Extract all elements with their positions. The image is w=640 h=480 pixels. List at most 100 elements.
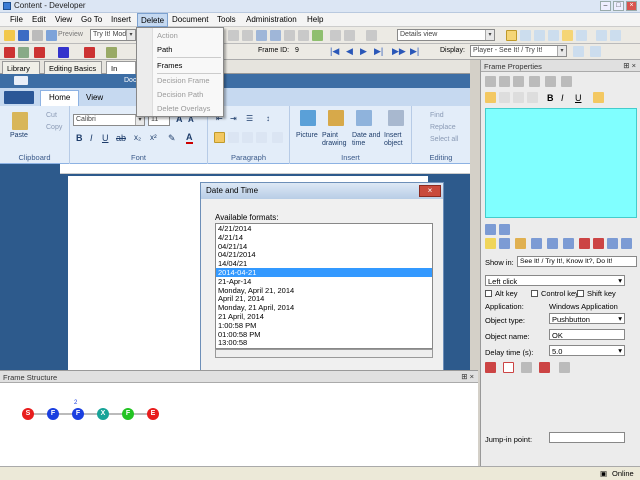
control-key-checkbox[interactable] [531,290,538,297]
edit-icon[interactable] [18,47,29,58]
frame-node[interactable]: X [97,408,109,420]
font-color-icon[interactable]: A [186,132,193,144]
paint-drawing-button[interactable]: Paint drawing [322,132,352,148]
menu-edit[interactable]: Edit [32,15,46,24]
align-center-icon[interactable] [228,132,239,143]
window-icon[interactable] [610,30,621,41]
justify-icon[interactable] [256,132,267,143]
list-item[interactable]: 01:00:58 PM [216,330,432,339]
italic-icon[interactable]: I [90,133,93,143]
fp-tool1-icon[interactable] [485,224,496,235]
fp-align-center-icon[interactable] [499,92,510,103]
subscript-icon[interactable]: x₂ [134,133,141,142]
menu-document[interactable]: Document [172,15,208,24]
object-type-select[interactable]: Pushbutton ▾ [549,313,625,324]
list-item[interactable]: April 21, 2014 [216,294,432,303]
select-all-button[interactable]: Select all [430,136,458,143]
formats-list[interactable]: 4/21/2014 4/21/14 04/21/14 04/21/2014 14… [215,223,433,349]
last-frame-icon[interactable]: ▶▶ [392,46,406,57]
menu-item-path[interactable]: Path [157,45,172,54]
list-item[interactable]: 13:00:58 [216,338,432,347]
zoom-icon[interactable] [330,30,341,41]
menu-administration[interactable]: Administration [246,15,297,24]
menu-goto[interactable]: Go To [81,15,102,24]
frame-node[interactable]: E [147,408,159,420]
fp-action4-icon[interactable] [539,362,550,373]
fp-find-icon[interactable] [545,76,556,87]
strikethrough-icon[interactable]: ab [116,133,126,143]
fp-tool6-icon[interactable] [531,238,542,249]
line-spacing-icon[interactable]: ↕ [266,114,270,123]
menu-insert[interactable]: Insert [111,15,131,24]
list-item[interactable]: Monday, April 21, 2014 [216,286,432,295]
insert-object-button[interactable]: Insert object [384,132,410,148]
fp-tool7-icon[interactable] [547,238,558,249]
next-frame-icon[interactable]: ▶| [374,46,383,57]
menu-view[interactable]: View [55,15,72,24]
horizontal-scrollbar[interactable] [215,349,433,358]
bold-icon[interactable]: B [76,133,83,143]
bullets-icon[interactable]: ☰ [246,114,253,123]
open-icon[interactable] [4,30,15,41]
list-item[interactable]: 4/21/2014 [216,224,432,233]
fp-paste-icon[interactable] [513,76,524,87]
list-item-selected[interactable]: 2014-04-21 [216,267,432,277]
copy-icon[interactable] [256,30,267,41]
close-button[interactable]: × [626,1,637,11]
tab-library[interactable]: Library [2,61,40,74]
paragraph-options-icon[interactable] [272,132,283,143]
fp-align-left-icon[interactable] [485,92,496,103]
menu-file[interactable]: File [10,15,23,24]
action-blue-icon[interactable] [58,47,69,58]
find-button[interactable]: Find [430,112,444,119]
fp-italic-icon[interactable]: I [561,93,564,103]
action-red-icon[interactable] [34,47,45,58]
list-item[interactable]: 21-Apr-14 [216,277,432,286]
action-red2-icon[interactable] [84,47,95,58]
list-item[interactable]: 4/21/14 [216,233,432,242]
fp-underline-icon[interactable]: U [575,93,582,103]
cut-button[interactable]: Cut [46,112,57,119]
jump-in-point-field[interactable] [549,432,625,443]
layout-icon[interactable] [344,30,355,41]
frame-node[interactable]: F [47,408,59,420]
fp-action2-icon[interactable] [503,362,514,373]
display-options-icon[interactable] [573,46,584,57]
tab-home[interactable]: Home [40,90,80,106]
fp-tool4-icon[interactable] [499,238,510,249]
display-select[interactable]: Player - See It! / Try It! ▾ [470,45,567,57]
paint-icon[interactable] [328,110,344,126]
layout-split-icon[interactable] [520,30,531,41]
fp-bold-icon[interactable]: B [547,93,554,103]
increase-indent-icon[interactable]: ⇥ [230,114,237,123]
print-icon[interactable] [32,30,43,41]
tab-editing-basics[interactable]: Editing Basics [44,61,102,74]
fp-align-right-icon[interactable] [513,92,524,103]
file-menu-button[interactable] [4,91,34,104]
copy-button[interactable]: Copy [46,124,62,131]
fp-action1-icon[interactable] [485,362,496,373]
layout-grid-icon[interactable] [534,30,545,41]
prev-frame-icon[interactable]: ◀ [346,46,353,57]
layout-single-icon[interactable] [506,30,517,41]
paste-button[interactable]: Paste [10,132,28,139]
maximize-button[interactable]: □ [613,1,624,11]
fp-tool8-icon[interactable] [563,238,574,249]
panel-icon[interactable] [562,30,573,41]
panel-right-icon[interactable] [576,30,587,41]
panel-close-icon[interactable]: ⊞ × [461,372,474,381]
shift-key-checkbox[interactable] [577,290,584,297]
insert-object-icon[interactable] [388,110,404,126]
show-in-select[interactable]: See It! / Try It!, Know It?, Do It! [517,256,637,267]
fp-tool9-icon[interactable] [579,238,590,249]
fp-tool2-icon[interactable] [499,224,510,235]
fp-replace-icon[interactable] [561,76,572,87]
fp-tool11-icon[interactable] [607,238,618,249]
mode-select[interactable]: Try It! Mode ▾ [90,29,136,41]
play-icon[interactable]: ▶ [360,46,367,57]
undo-icon[interactable] [46,30,57,41]
menu-item-frames[interactable]: Frames [157,61,182,70]
first-frame-icon[interactable]: |◀ [330,46,339,57]
frame-node[interactable]: S [22,408,34,420]
delete-icon[interactable] [228,30,239,41]
